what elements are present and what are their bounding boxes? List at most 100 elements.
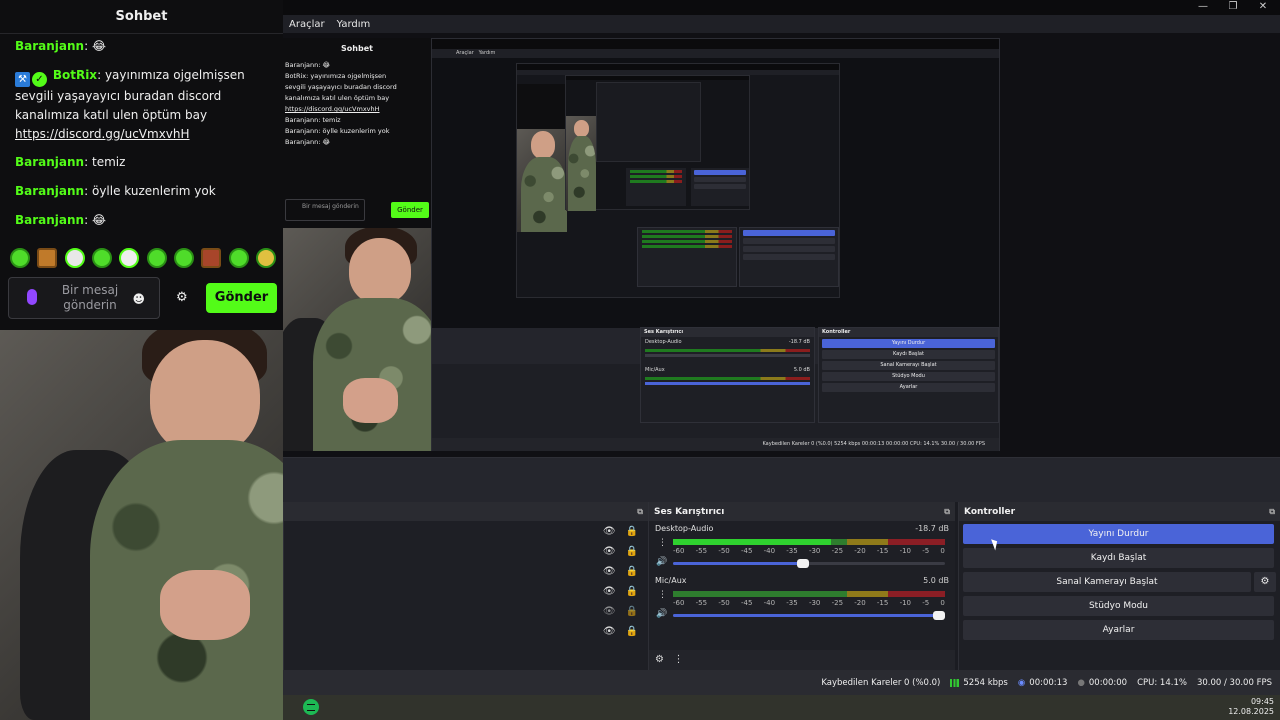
status-bar: Kaybedilen Kareler 0 (%0.0) 5254 kbps ◉ 0…	[283, 670, 1280, 695]
close-icon[interactable]: ✕	[1248, 0, 1278, 15]
lock-icon[interactable]: 🔒	[626, 626, 638, 637]
undock-icon[interactable]: ⧉	[637, 507, 643, 517]
volume-knob[interactable]	[933, 611, 945, 620]
maximize-icon[interactable]: ❐	[1218, 0, 1248, 15]
chat-username[interactable]: BotRix	[53, 68, 97, 82]
taskbar-clock[interactable]: 09:45 12.08.2025	[1228, 697, 1274, 717]
emote-icon[interactable]	[173, 248, 194, 268]
lock-icon[interactable]: 🔒	[626, 526, 638, 537]
stream-time: 00:00:13	[1029, 677, 1068, 688]
stream-icon: ◉	[1017, 677, 1026, 688]
emote-icon[interactable]	[119, 248, 140, 268]
preview-chat-line: BotRix: yayınımıza ojgelmişsen	[285, 72, 387, 80]
chat-message-input[interactable]: Bir mesaj gönderin ☻	[8, 277, 160, 319]
studio-mode-button[interactable]: Stüdyo Modu	[963, 596, 1274, 616]
meter-tick: -35	[786, 599, 798, 607]
chat-separator: :	[84, 213, 89, 227]
emote-icon[interactable]	[201, 248, 222, 268]
channel-menu-icon[interactable]: ⋮	[658, 590, 667, 600]
level-fill	[673, 539, 831, 545]
emote-icon[interactable]	[228, 248, 249, 268]
audio-mixer-dock: Ses Karıştırıcı ⧉ Desktop-Audio -18.7 dB …	[648, 502, 955, 670]
chat-link[interactable]: https://discord.gg/ucVmxvhH	[15, 127, 190, 141]
microphone-icon[interactable]	[27, 289, 37, 305]
mixer-channel-mic: Mic/Aux 5.0 dB ⋮ -60 -55 -50 -45 -40 -35 -30 -2…	[655, 576, 949, 626]
volume-slider[interactable]	[673, 559, 945, 568]
channel-menu-icon[interactable]: ⋮	[658, 538, 667, 548]
chat-username[interactable]: Baranjann	[15, 213, 84, 227]
start-recording-button[interactable]: Kaydı Başlat	[963, 548, 1274, 568]
nested-mixer: Ses Karıştırıcı Desktop-Audio -18.7 dB Mi…	[640, 327, 815, 423]
undock-icon[interactable]: ⧉	[944, 507, 950, 517]
meter-tick: 0	[940, 599, 945, 607]
meter-tick: -40	[763, 599, 776, 607]
emote-icon[interactable]	[64, 248, 85, 268]
eye-icon[interactable]: 👁	[603, 546, 616, 557]
camera-feed-main	[0, 330, 283, 720]
level-meter	[673, 539, 945, 545]
screen: — ❐ ✕ Araçlar Yardım Sohbet Baranjann: 😂…	[0, 0, 1280, 720]
undock-icon[interactable]: ⧉	[1269, 507, 1275, 517]
verified-badge-icon: ✓	[32, 72, 47, 87]
lock-icon[interactable]: 🔒	[626, 606, 638, 617]
menu-item-tools[interactable]: Araçlar	[289, 19, 325, 30]
chat-settings-icon[interactable]: ⚙	[176, 290, 188, 305]
lock-icon[interactable]: 🔒	[626, 586, 638, 597]
channel-name: Desktop-Audio	[655, 524, 714, 533]
nested-controls: Kontroller Yayını Durdur Kaydı Başlat Sa…	[818, 327, 999, 423]
eye-icon[interactable]: 👁	[603, 526, 616, 537]
chat-message: ⚒ ✓ BotRix: yayınımıza ojgelmişsen sevgil…	[15, 66, 277, 144]
lock-icon[interactable]: 🔒	[626, 546, 638, 557]
lock-icon[interactable]: 🔒	[626, 566, 638, 577]
emote-icon[interactable]	[37, 248, 58, 268]
settings-button[interactable]: Ayarlar	[963, 620, 1274, 640]
mixer-menu-icon[interactable]: ⋮	[674, 654, 684, 665]
chat-separator: :	[84, 155, 89, 169]
emote-icon[interactable]	[146, 248, 167, 268]
eye-hidden-icon[interactable]: 👁	[603, 606, 616, 617]
chat-message: Baranjann: 😂	[15, 211, 277, 230]
emoji-picker-icon[interactable]: ☻	[132, 292, 145, 306]
transition-band	[283, 457, 1280, 502]
preview-chat-line: kanalımıza katıl ulen öptüm bay	[285, 94, 390, 102]
emote-icon[interactable]	[255, 248, 276, 268]
meter-tick: -45	[740, 599, 753, 607]
meter-tick: -20	[854, 599, 866, 607]
start-virtual-camera-button[interactable]: Sanal Kamerayı Başlat	[963, 572, 1251, 592]
emote-icon[interactable]	[10, 248, 30, 268]
minimize-icon[interactable]: —	[1188, 0, 1218, 15]
preview-send-button: Gönder	[391, 202, 429, 218]
chat-separator: :	[97, 68, 102, 82]
meter-tick: -35	[786, 547, 798, 555]
meter-tick: -55	[695, 547, 708, 555]
nested-obs-preview-3	[565, 75, 750, 211]
preview-chat-line: Baranjann: temiz	[285, 116, 341, 124]
send-button[interactable]: Gönder	[206, 283, 277, 313]
chat-username[interactable]: Baranjann	[15, 155, 84, 169]
nested-studio: Stüdyo Modu	[822, 372, 995, 381]
eye-icon[interactable]: 👁	[603, 626, 616, 637]
preview-chat-line: Baranjann: 😂	[285, 138, 331, 146]
nested-ch1-name: Desktop-Audio	[645, 339, 682, 345]
eye-icon[interactable]: 👁	[603, 586, 616, 597]
preview-chat-input: Bir mesaj gönderin	[285, 199, 365, 221]
chat-username[interactable]: Baranjann	[15, 39, 84, 53]
mixer-settings-icon[interactable]: ⚙	[655, 654, 664, 665]
mixer-footer: ⚙ ⋮	[649, 650, 955, 670]
virtual-camera-gear-icon[interactable]: ⚙	[1254, 572, 1276, 592]
volume-slider[interactable]	[673, 611, 945, 620]
clock-time: 09:45	[1250, 697, 1274, 706]
preview-chat-line: sevgili yaşayayıcı buradan discord	[285, 83, 397, 91]
cpu-usage: CPU: 14.1%	[1137, 677, 1187, 688]
chat-text: 😂	[91, 39, 107, 53]
volume-knob[interactable]	[797, 559, 809, 568]
speaker-icon[interactable]: 🔊	[656, 609, 667, 619]
stop-stream-button[interactable]: Yayını Durdur	[963, 524, 1274, 544]
menu-item-help[interactable]: Yardım	[337, 19, 371, 30]
emote-icon[interactable]	[91, 248, 112, 268]
spotify-icon[interactable]	[303, 699, 319, 715]
chat-username[interactable]: Baranjann	[15, 184, 84, 198]
speaker-icon[interactable]: 🔊	[656, 557, 667, 567]
eye-icon[interactable]: 👁	[603, 566, 616, 577]
channel-db: 5.0 dB	[923, 576, 949, 585]
